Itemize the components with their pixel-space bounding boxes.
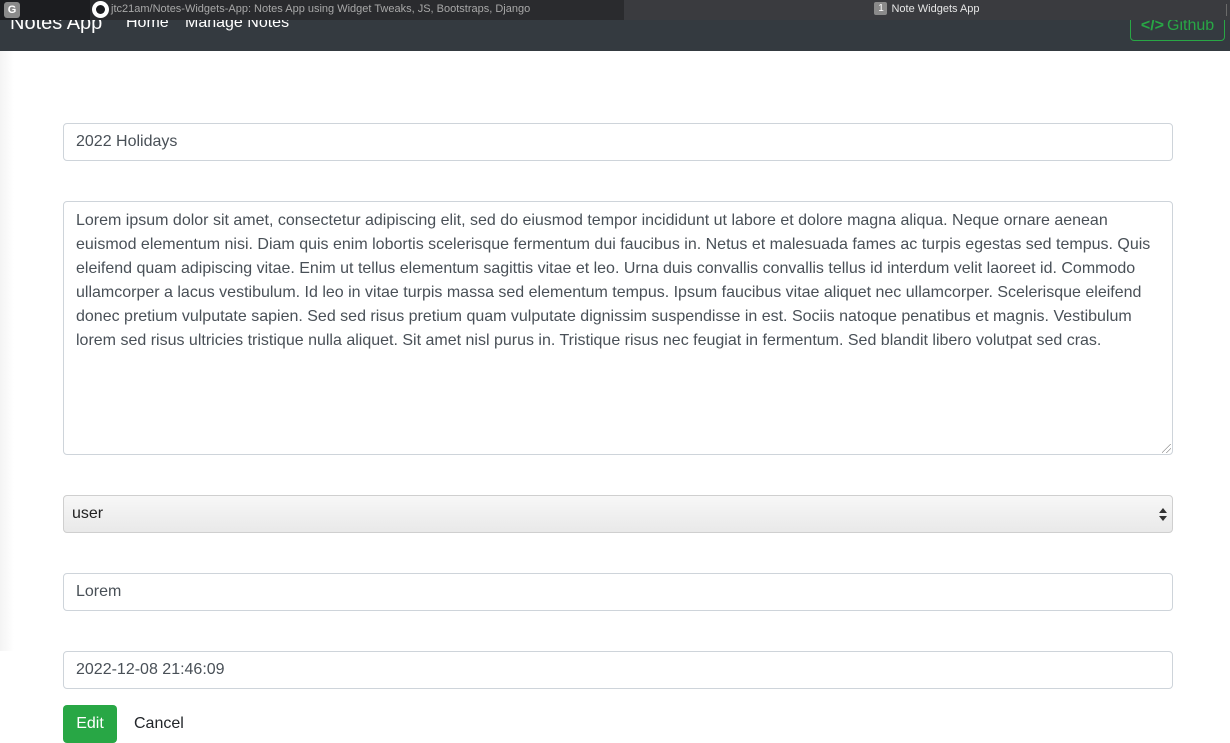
browser-tab-notes-app[interactable]: 1 Note Widgets App [624, 0, 1230, 20]
code-icon: </> [1140, 20, 1164, 34]
page-edge-shadow [0, 51, 14, 651]
nav-link-manage-notes[interactable]: Manage Notes [185, 20, 289, 32]
note-title-input[interactable]: 2022 Holidays [63, 123, 1173, 161]
browser-tab-github[interactable]: jtc21am/Notes-Widgets-App: Notes App usi… [90, 0, 624, 20]
note-body-text: Lorem ipsum dolor sit amet, consectetur … [76, 212, 1151, 349]
navbar: Notes App Home Manage Notes </> Github [0, 20, 1230, 51]
tab-number-badge: 1 [874, 2, 888, 15]
profile-badge[interactable]: G [4, 2, 20, 18]
navbar-brand[interactable]: Notes App [10, 20, 102, 35]
github-icon [92, 1, 109, 18]
tab-edge-divider [1226, 4, 1230, 16]
select-arrows-icon [1159, 508, 1167, 522]
resize-handle-icon[interactable] [1162, 444, 1171, 453]
note-tag-input[interactable]: Lorem [63, 573, 1173, 611]
cancel-link[interactable]: Cancel [134, 705, 184, 743]
edit-button[interactable]: Edit [63, 705, 117, 743]
note-datetime-input[interactable]: 2022-12-08 21:46:09 [63, 651, 1173, 689]
user-select-value: user [72, 505, 104, 522]
user-select[interactable]: user [63, 495, 1173, 533]
github-button[interactable]: </> Github [1130, 20, 1225, 41]
browser-tab-label: Note Widgets App [891, 3, 980, 15]
browser-tab-bar: G jtc21am/Notes-Widgets-App: Notes App u… [0, 0, 1230, 21]
note-body-textarea[interactable]: Lorem ipsum dolor sit amet, consectetur … [63, 201, 1173, 455]
github-button-label: Github [1167, 20, 1215, 34]
browser-tab-label: jtc21am/Notes-Widgets-App: Notes App usi… [111, 3, 531, 15]
nav-link-home[interactable]: Home [126, 20, 169, 32]
